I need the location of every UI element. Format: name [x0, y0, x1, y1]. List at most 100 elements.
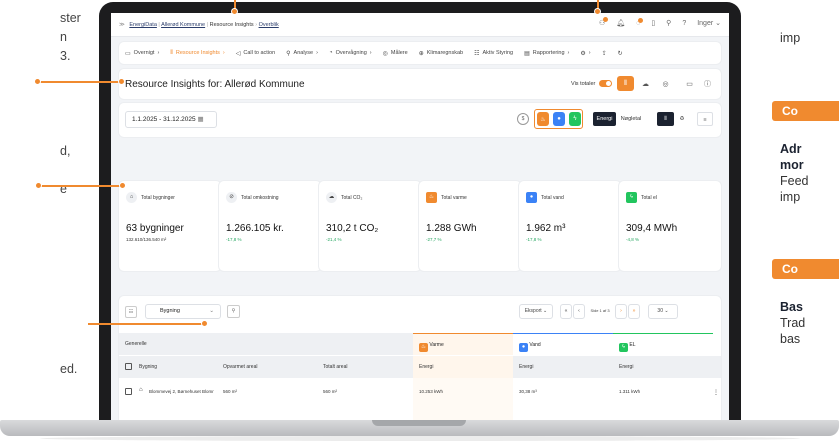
doc-icon: ▤ [524, 50, 530, 57]
varme-column-bg [413, 378, 513, 420]
side-heading: mor [780, 158, 804, 172]
cell-el: 1.311 kWh [619, 389, 641, 394]
next-page-button[interactable]: › [615, 304, 627, 319]
group-header-generelle: Generelle [119, 333, 413, 355]
breadcrumb-kommune[interactable]: Allerød Kommune [161, 22, 205, 28]
group-header-el: ϟ EL [613, 333, 713, 355]
card-sub: -4,8 % [626, 237, 640, 242]
group-by-select[interactable]: Bygning ⌄ [145, 304, 221, 319]
cloud-view-button[interactable]: ☁ [637, 76, 654, 91]
side-text: ed. [60, 362, 78, 376]
varme-toggle[interactable]: ♨ [537, 112, 549, 126]
row-menu-button[interactable]: ⋮ [713, 389, 719, 396]
callout-tag: Co [772, 259, 839, 279]
nav-item-resource-insights[interactable]: ⫴ Resource Insights › [170, 50, 224, 57]
per-page-select[interactable]: 30 ⌄ [648, 304, 678, 319]
col-vand-energi[interactable]: Energi [519, 356, 533, 378]
table-toolbar: ☷ Bygning ⌄ ⚲ Eksport ⌄ « ‹ Side 1 af 3 … [119, 296, 721, 326]
filter-button[interactable]: ≡ [697, 112, 713, 126]
cell-bygning[interactable]: Blommevej 2, Børnehuset Blomr [149, 389, 214, 394]
refresh-button[interactable]: ↻ [618, 50, 623, 57]
app-screen: ≫ EnergiData | Allerød Kommune | Resourc… [111, 13, 729, 420]
nav-item-klimaregnskab[interactable]: ⊕ Klimaregnskab [419, 50, 463, 57]
bell-icon: ◔ [328, 50, 333, 56]
drop-icon: ● [526, 192, 537, 203]
connector-dot [118, 78, 125, 85]
card-value: 310,2 t CO₂ [326, 223, 379, 234]
select-all-checkbox[interactable] [125, 363, 132, 370]
help-icon[interactable]: ? [682, 20, 686, 27]
col-opvarmet-areal[interactable]: Opvarmet areal [223, 356, 257, 378]
kpi-card-omkostning: ⊘ Total omkostning 1.266.105 kr. -17,8 % [219, 181, 321, 271]
col-totalt-areal[interactable]: Totalt areal [323, 356, 347, 378]
notification-dot [638, 17, 644, 23]
card-label: Total el [641, 195, 657, 201]
search-icon[interactable]: ⚲ [666, 19, 671, 27]
chart-icon: ⫴ [624, 79, 627, 87]
breadcrumb-energidata[interactable]: EnergiData [129, 22, 157, 28]
nav-item-overnigt[interactable]: ▭ Overnigt › [125, 50, 159, 57]
grid-icon: ▭ [125, 50, 131, 57]
filter-row: 1.1.2025 - 31.12.2025 ▦ $ ♨ ● ϟ Energi N… [119, 103, 721, 137]
noegletal-tab[interactable]: Nøgletal [616, 112, 646, 126]
chat-icon[interactable]: ◌ [636, 17, 644, 27]
nav-label: Rapportering [532, 50, 565, 56]
nav-item-analyse[interactable]: ⚲ Analyse › [286, 50, 318, 57]
cell-opvarmet: 560 m² [223, 389, 238, 394]
vis-totaler-toggle[interactable] [599, 80, 612, 87]
breadcrumb-resource-insights[interactable]: Resource Insights [210, 22, 254, 28]
settings-menu[interactable]: ⚙ › [580, 50, 590, 57]
prev-page-button[interactable]: ‹ [573, 304, 585, 319]
coin-icon: $ [521, 116, 525, 122]
bell-icon[interactable]: 🔔︎ [616, 19, 625, 27]
bookmark-icon[interactable]: ▯ [651, 19, 655, 27]
cycle-icon: ♻ [679, 116, 685, 122]
nav-item-rapportering[interactable]: ▤ Rapportering › [524, 50, 569, 57]
date-range-picker[interactable]: 1.1.2025 - 31.12.2025 ▦ [125, 111, 217, 128]
bolt-icon: ϟ [619, 343, 628, 352]
row-checkbox[interactable] [125, 388, 132, 395]
export-button[interactable]: Eksport ⌄ [519, 304, 553, 319]
vand-toggle[interactable]: ● [553, 112, 565, 126]
chart-mode-button[interactable]: ⫴ [657, 112, 674, 126]
side-heading: Adr [780, 142, 802, 156]
first-page-button[interactable]: « [560, 304, 572, 319]
page-title-entity: Allerød Kommune [224, 79, 305, 90]
coins-view-button[interactable]: ◎ [657, 76, 674, 91]
globe-icon: ⊕ [418, 50, 424, 57]
chevron-down-icon: ⌄ [209, 308, 214, 314]
cell-vand: 30,38 m³ [519, 389, 537, 394]
cell-totalt: 560 m² [323, 389, 338, 394]
connector-dot [594, 8, 601, 15]
nav-item-maalere[interactable]: ◎ Målere [383, 50, 408, 57]
breadcrumb-overblik[interactable]: Overblik [259, 22, 279, 28]
chart-view-button[interactable]: ⫴ [617, 76, 634, 91]
table-search-button[interactable]: ⚲ [227, 305, 240, 318]
card-value: 1.962 m³ [526, 223, 566, 234]
last-page-button[interactable]: » [628, 304, 640, 319]
info-button[interactable]: ⓘ [699, 76, 716, 91]
left-annotations: ster n 3. d, e ed. [0, 0, 88, 441]
col-varme-energi[interactable]: Energi [419, 356, 433, 378]
users-icon[interactable]: ⚇ [599, 17, 609, 27]
nav-item-overvaagning[interactable]: ◔ Overvågning › [329, 50, 372, 56]
upload-button[interactable]: ⇪ [602, 50, 607, 57]
present-button[interactable]: ▭ [681, 76, 698, 91]
buildings-table: ☷ Bygning ⌄ ⚲ Eksport ⌄ « ‹ Side 1 af 3 … [119, 296, 721, 420]
side-text: bas [780, 332, 801, 346]
cost-filter-button[interactable]: $ [517, 113, 529, 125]
user-name: Inger [697, 20, 714, 27]
per-page-value: 30 [657, 308, 663, 314]
el-toggle[interactable]: ϟ [569, 112, 581, 126]
col-el-energi[interactable]: Energi [619, 356, 633, 378]
page-title: Resource Insights for: Allerød Kommune [125, 79, 305, 90]
energi-tab[interactable]: Energi [593, 112, 616, 126]
nav-item-call-to-action[interactable]: ◁ Call to action [236, 50, 275, 57]
user-menu[interactable]: Inger ⌄ [697, 19, 721, 27]
cycle-mode-button[interactable]: ♻ [675, 112, 689, 126]
columns-button[interactable]: ☷ [125, 306, 137, 318]
nav-item-aktiv-styring[interactable]: ☷ Aktiv Styring [474, 50, 513, 57]
side-heading: Bas [780, 300, 803, 314]
group-header-varme: ♨ Varme [413, 333, 513, 355]
col-bygning[interactable]: Bygning [139, 356, 157, 378]
